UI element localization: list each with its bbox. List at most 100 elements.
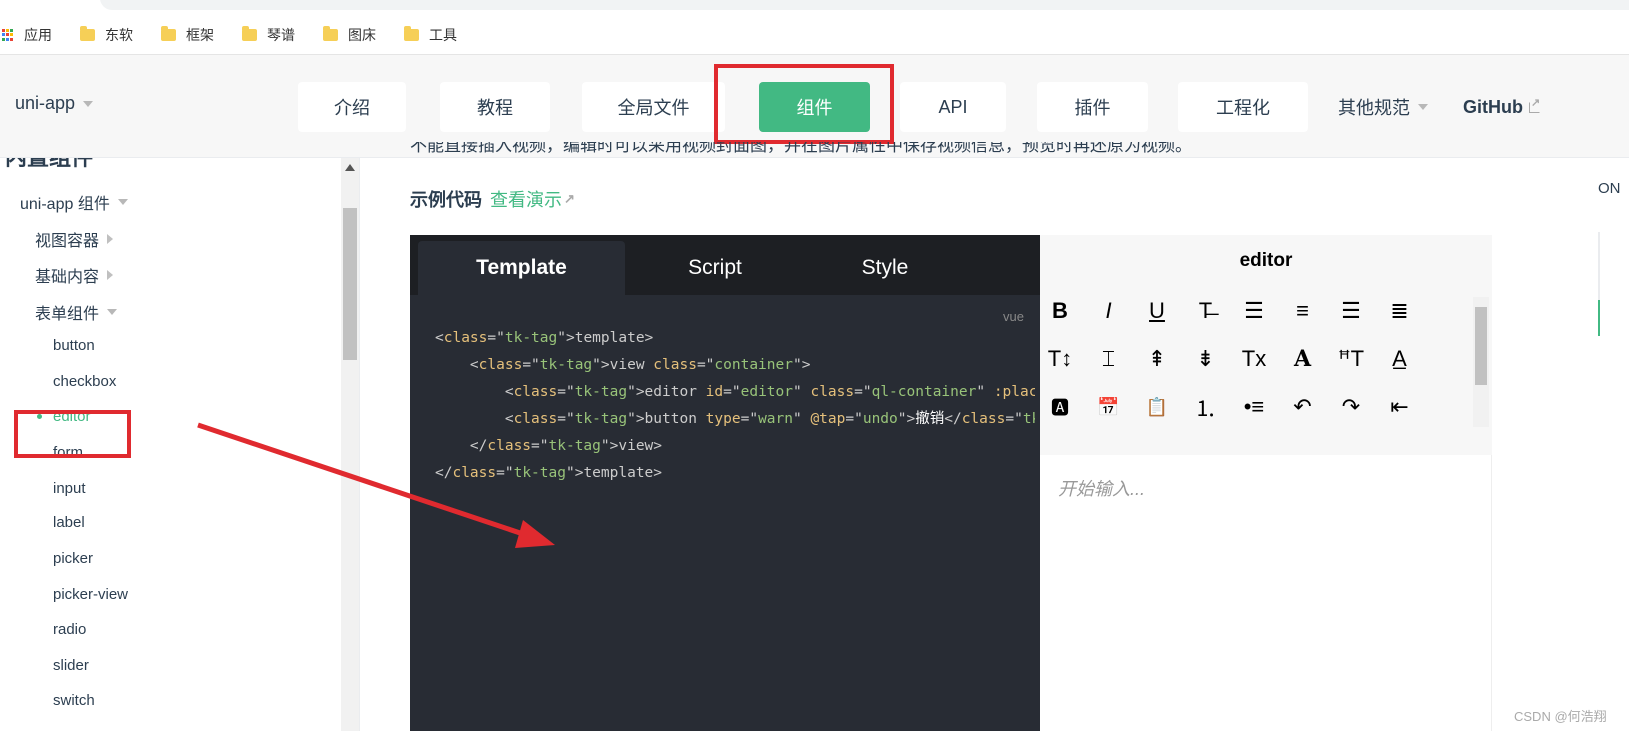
bookmark-folder[interactable]: 东软 xyxy=(80,25,133,45)
sidebar-leaf-radio[interactable]: radio xyxy=(53,621,86,638)
font-icon[interactable]: A xyxy=(1288,344,1318,374)
chevron-down-icon xyxy=(117,199,128,205)
folder-icon xyxy=(404,26,419,41)
bookmark-label: 应用 xyxy=(24,27,52,43)
align-justify-icon[interactable]: ≣ xyxy=(1385,296,1415,326)
code-language-label: vue xyxy=(1003,309,1024,324)
sidebar-scrollbar-thumb[interactable] xyxy=(343,208,357,360)
address-bar[interactable] xyxy=(100,0,1629,10)
code-line: </class="tk-tag">template> xyxy=(435,465,663,481)
toolbar-scrollbar-thumb[interactable] xyxy=(1475,307,1487,385)
font-size-icon[interactable]: T↕ xyxy=(1045,344,1075,374)
outdent-icon[interactable]: ⇤ xyxy=(1385,392,1415,422)
code-line: </class="tk-tag">view> xyxy=(435,438,663,454)
annotation-highlight-box xyxy=(714,64,894,144)
clipboard-icon[interactable]: 📋 xyxy=(1142,392,1172,422)
external-link-icon: ↗ xyxy=(564,191,575,206)
sidebar-leaf-switch[interactable]: switch xyxy=(53,692,95,709)
font-heading-icon[interactable]: ꟸT xyxy=(1336,344,1366,374)
align-left-icon[interactable]: ☰ xyxy=(1239,296,1269,326)
clear-format-icon[interactable]: Tx xyxy=(1239,344,1269,374)
sidebar-item-view-container[interactable]: 视图容器 xyxy=(35,227,114,251)
sidebar-item-label: 基础内容 xyxy=(35,269,100,286)
sidebar-heading: 内置组件 xyxy=(5,158,93,172)
sidebar-leaf-picker-view[interactable]: picker-view xyxy=(53,586,128,603)
bookmark-folder[interactable]: 琴谱 xyxy=(242,25,295,45)
sidebar-leaf-slider[interactable]: slider xyxy=(53,657,89,674)
content-paragraph: 不能直接插入视频，编辑时可以采用视频封面图，并在图片属性中保存视频信息，预览时再… xyxy=(410,142,1192,155)
sidebar-leaf-input[interactable]: input xyxy=(53,480,86,497)
tab-style[interactable]: Style xyxy=(820,241,950,295)
sidebar-item-form-components[interactable]: 表单组件 xyxy=(35,300,118,324)
folder-icon xyxy=(323,26,338,41)
nav-tutorial[interactable]: 教程 xyxy=(440,82,550,132)
bold-icon[interactable]: B xyxy=(1045,296,1075,326)
nav-other-specs-label: 其他规范 xyxy=(1338,98,1410,118)
background-color-icon[interactable]: 🅰 xyxy=(1045,392,1075,422)
sidebar-leaf-button[interactable]: button xyxy=(53,337,95,354)
brand-dropdown[interactable]: uni-app xyxy=(15,93,94,114)
sidebar-leaf-checkbox[interactable]: checkbox xyxy=(53,373,116,390)
toc-active-indicator xyxy=(1598,300,1600,336)
bookmark-apps[interactable]: 应用 xyxy=(0,25,52,45)
external-link-icon xyxy=(1529,96,1540,113)
code-line: <class="tk-tag">view class="container"> xyxy=(435,357,811,373)
tab-script[interactable]: Script xyxy=(650,241,780,295)
bookmark-label: 琴谱 xyxy=(267,27,295,43)
bookmark-label: 东软 xyxy=(105,27,133,43)
right-panel-label: ON xyxy=(1598,180,1621,197)
code-line: <class="tk-tag">editor id="editor" class… xyxy=(435,384,1035,400)
editor-toolbar: B I U T̶ ☰ ≡ ☰ ≣ T↕ ⌶ ⇞ ⇟ Tx AꟸT A̲ 🅰 📅 📋 ⒈ •≡ ↶ ↷ ⇤ xyxy=(1040,287,1492,455)
apps-grid-icon xyxy=(2,29,14,41)
nav-engineering[interactable]: 工程化 xyxy=(1178,82,1308,132)
folder-icon xyxy=(242,26,257,41)
sidebar-leaf-picker[interactable]: picker xyxy=(53,550,93,567)
watermark: CSDN @何浩翔 xyxy=(1514,709,1607,724)
code-line: <class="tk-tag">button type="warn" @tap=… xyxy=(435,411,1035,427)
nav-global-files[interactable]: 全局文件 xyxy=(582,82,725,132)
sidebar-leaf-label[interactable]: label xyxy=(53,514,85,531)
editor-placeholder[interactable]: 开始输入... xyxy=(1058,475,1145,501)
chevron-right-icon xyxy=(107,270,114,280)
strikethrough-icon[interactable]: T̶ xyxy=(1191,296,1221,326)
font-color-icon[interactable]: A̲ xyxy=(1385,344,1415,374)
align-right-icon[interactable]: ☰ xyxy=(1336,296,1366,326)
tab-template[interactable]: Template xyxy=(418,241,625,295)
bookmark-folder[interactable]: 工具 xyxy=(404,25,457,45)
line-height-icon[interactable]: ⇞ xyxy=(1142,344,1172,374)
nav-plugins[interactable]: 插件 xyxy=(1037,82,1148,132)
italic-icon[interactable]: I xyxy=(1094,296,1124,326)
unordered-list-icon[interactable]: •≡ xyxy=(1239,392,1269,422)
nav-intro[interactable]: 介绍 xyxy=(298,82,406,132)
undo-icon[interactable]: ↶ xyxy=(1288,392,1318,422)
bookmark-label: 工具 xyxy=(429,27,457,43)
bookmark-folder[interactable]: 框架 xyxy=(161,25,214,45)
code-line: <class="tk-tag">template> xyxy=(435,330,654,346)
chevron-down-icon xyxy=(107,309,118,315)
date-icon[interactable]: 📅 xyxy=(1094,392,1124,422)
sidebar-item-label: 视图容器 xyxy=(35,233,100,250)
code-tabs: Template Script Style xyxy=(410,235,1040,295)
scroll-up-arrow-icon[interactable] xyxy=(345,164,355,171)
sidebar-item-basic-content[interactable]: 基础内容 xyxy=(35,263,114,287)
annotation-highlight-box xyxy=(14,410,131,458)
text-indent-icon[interactable]: ⌶ xyxy=(1094,344,1124,374)
code-panel: Template Script Style vue <class="tk-tag… xyxy=(410,235,1040,731)
view-demo-link[interactable]: 查看演示 xyxy=(490,186,562,212)
align-center-icon[interactable]: ≡ xyxy=(1288,296,1318,326)
folder-icon xyxy=(80,26,95,41)
ordered-list-icon[interactable]: ⒈ xyxy=(1191,392,1221,422)
folder-icon xyxy=(161,26,176,41)
underline-icon[interactable]: U xyxy=(1142,296,1172,326)
preview-title: editor xyxy=(1040,235,1492,287)
sidebar-group-uniapp[interactable]: uni-app 组件 xyxy=(20,190,128,214)
bookmark-label: 图床 xyxy=(348,27,376,43)
nav-other-specs[interactable]: 其他规范 xyxy=(1338,82,1428,132)
example-title: 示例代码 xyxy=(410,190,482,210)
bookmark-folder[interactable]: 图床 xyxy=(323,25,376,45)
paragraph-spacing-icon[interactable]: ⇟ xyxy=(1191,344,1221,374)
redo-icon[interactable]: ↷ xyxy=(1336,392,1366,422)
example-code-heading: 示例代码 查看演示 ↗ xyxy=(410,186,575,212)
nav-github[interactable]: GitHub xyxy=(1463,82,1540,132)
nav-api[interactable]: API xyxy=(900,82,1006,132)
